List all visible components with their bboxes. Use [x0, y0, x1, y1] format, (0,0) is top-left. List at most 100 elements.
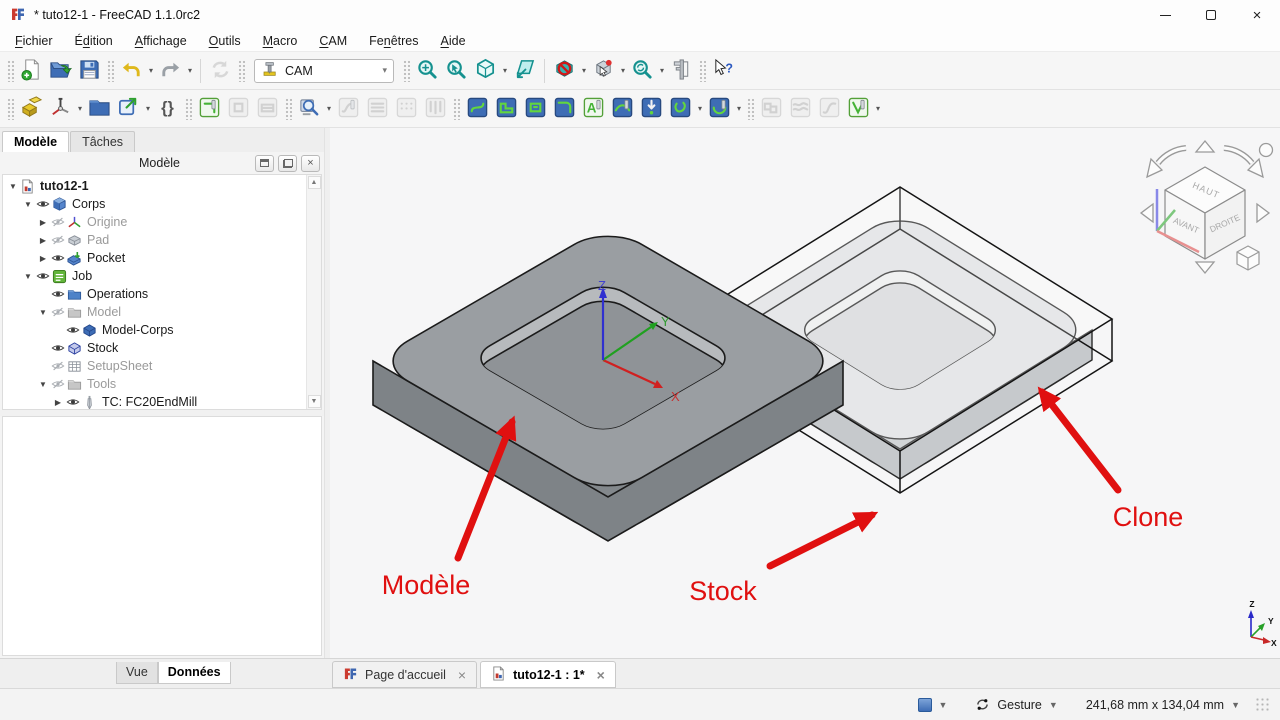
tab-vue[interactable]: Vue	[116, 662, 158, 684]
menu-macro[interactable]: Macro	[252, 32, 309, 50]
tree-expander[interactable]: ▼	[22, 200, 34, 209]
tree-item-corps[interactable]: ▼Corps	[3, 195, 321, 213]
chevron-down-icon[interactable]: ▾	[143, 104, 153, 113]
toolbar-grip[interactable]	[238, 60, 245, 82]
toolbar-button-save-document[interactable]	[75, 56, 104, 86]
visibility-off-icon[interactable]	[49, 359, 66, 373]
tab-donnees[interactable]: Données	[158, 662, 231, 684]
chevron-down-icon[interactable]: ▾	[873, 104, 883, 113]
panel-close-button[interactable]: ×	[301, 155, 320, 172]
toolbar-button-whats-this[interactable]: ?	[709, 56, 738, 86]
menu-affichage[interactable]: Affichage	[124, 32, 198, 50]
tree-item-model[interactable]: ▼Model	[3, 303, 321, 321]
scroll-up-button[interactable]: ▲	[308, 176, 321, 189]
toolbar-grip[interactable]	[747, 98, 754, 120]
toolbar-button-redo[interactable]	[156, 56, 185, 86]
toolbar-grip[interactable]	[107, 60, 114, 82]
toolbar-button-selection-view[interactable]	[589, 56, 618, 86]
tree-item-job[interactable]: ▼Job	[3, 267, 321, 285]
menu-fichier[interactable]: Fichier	[4, 32, 64, 50]
tree-item-tc-fc20endmill[interactable]: ▶TC: FC20EndMill	[3, 393, 321, 410]
tab-modele[interactable]: Modèle	[2, 131, 69, 152]
toolbar-button-cam-gcode-inspect[interactable]: {}	[153, 94, 182, 124]
tree-scrollbar[interactable]: ▲ ▼	[306, 175, 321, 409]
toolbar-button-new-document[interactable]	[17, 56, 46, 86]
mdi-tab-document[interactable]: tuto12-1 : 1* ×	[480, 661, 616, 688]
toolbar-grip[interactable]	[403, 60, 410, 82]
toolbar-button-op-profile[interactable]	[550, 94, 579, 124]
visibility-on-icon[interactable]	[49, 341, 66, 355]
tree-expander[interactable]: ▶	[52, 398, 64, 407]
chevron-down-icon[interactable]: ▾	[324, 104, 334, 113]
minimize-button[interactable]	[1142, 0, 1188, 30]
visibility-off-icon[interactable]	[49, 233, 66, 247]
mdi-tab-start-page[interactable]: Page d'accueil ×	[332, 661, 477, 688]
tree-item-tuto12-1[interactable]: ▼tuto12-1	[3, 177, 321, 195]
tree-expander[interactable]: ▼	[37, 308, 49, 317]
menu-edition[interactable]: Édition	[64, 32, 124, 50]
chevron-down-icon[interactable]: ▼	[1231, 700, 1240, 710]
chevron-down-icon[interactable]: ▾	[579, 66, 589, 75]
visibility-on-icon[interactable]	[34, 197, 51, 211]
toolbar-button-zoom-fit[interactable]	[413, 56, 442, 86]
tree-item-origine[interactable]: ▶Origine	[3, 213, 321, 231]
toolbar-button-undo[interactable]	[117, 56, 146, 86]
tab-close-icon[interactable]: ×	[597, 668, 605, 682]
panel-float-button[interactable]	[278, 155, 297, 172]
chevron-down-icon[interactable]: ▾	[500, 66, 510, 75]
resize-grip[interactable]	[1255, 697, 1270, 712]
menu-cam[interactable]: CAM	[308, 32, 358, 50]
toolbar-grip[interactable]	[285, 98, 292, 120]
tree-expander[interactable]: ▼	[7, 182, 19, 191]
visibility-off-icon[interactable]	[49, 215, 66, 229]
toolbar-grip[interactable]	[7, 60, 14, 82]
navcube-mini-cube[interactable]	[1237, 246, 1259, 270]
menu-outils[interactable]: Outils	[198, 32, 252, 50]
tree-item-pad[interactable]: ▶Pad	[3, 231, 321, 249]
toolbar-grip[interactable]	[699, 60, 706, 82]
chevron-down-icon[interactable]: ▾	[618, 66, 628, 75]
chevron-down-icon[interactable]: ▾	[657, 66, 667, 75]
tree-item-model-corps[interactable]: Model-Corps	[3, 321, 321, 339]
tree-expander[interactable]: ▶	[37, 254, 49, 263]
tab-close-icon[interactable]: ×	[458, 668, 466, 682]
visibility-on-icon[interactable]	[64, 323, 81, 337]
workbench-selector[interactable]: CAM▾	[254, 59, 394, 83]
toolbar-button-op-surface[interactable]	[608, 94, 637, 124]
toolbar-grip[interactable]	[7, 98, 14, 120]
tree-expander[interactable]: ▼	[37, 380, 49, 389]
tree-expander[interactable]: ▶	[37, 236, 49, 245]
toolbar-grip[interactable]	[185, 98, 192, 120]
tree-expander[interactable]: ▶	[37, 218, 49, 227]
toolbar-button-draw-style[interactable]	[550, 56, 579, 86]
toolbar-button-cam-fixture[interactable]	[46, 94, 75, 124]
nav-style-value[interactable]: Gesture	[997, 698, 1041, 712]
scroll-down-button[interactable]: ▼	[308, 395, 321, 408]
chevron-down-icon[interactable]: ▾	[382, 65, 387, 76]
tab-taches[interactable]: Tâches	[70, 131, 135, 152]
toolbar-button-cam-toolbit-dock[interactable]	[85, 94, 114, 124]
tree-item-pocket[interactable]: ▶Pocket	[3, 249, 321, 267]
toolbar-button-op-profile-ready[interactable]	[195, 94, 224, 124]
tree-item-setupsheet[interactable]: SetupSheet	[3, 357, 321, 375]
toolbar-button-view-isometric[interactable]	[471, 56, 500, 86]
close-button[interactable]: ×	[1234, 0, 1280, 30]
chevron-down-icon[interactable]: ▼	[1049, 700, 1058, 710]
toolbar-grip[interactable]	[453, 98, 460, 120]
toolbar-button-op-slot[interactable]	[666, 94, 695, 124]
menu-fenetres[interactable]: Fenêtres	[358, 32, 429, 50]
toolbar-button-cam-simulator[interactable]	[295, 94, 324, 124]
toolbar-button-open-document[interactable]	[46, 56, 75, 86]
tree-item-operations[interactable]: Operations	[3, 285, 321, 303]
render-style-icon[interactable]	[918, 698, 932, 712]
navcube-reset-circle[interactable]	[1260, 144, 1273, 157]
toolbar-button-view-align[interactable]	[510, 56, 539, 86]
chevron-down-icon[interactable]: ▾	[185, 66, 195, 75]
toolbar-button-zoom-selection[interactable]	[442, 56, 471, 86]
visibility-off-icon[interactable]	[49, 377, 66, 391]
visibility-on-icon[interactable]	[49, 287, 66, 301]
chevron-down-icon[interactable]: ▾	[146, 66, 156, 75]
maximize-button[interactable]	[1188, 0, 1234, 30]
toolbar-button-op-drilling[interactable]	[637, 94, 666, 124]
toolbar-button-op-pocket-shape[interactable]	[521, 94, 550, 124]
